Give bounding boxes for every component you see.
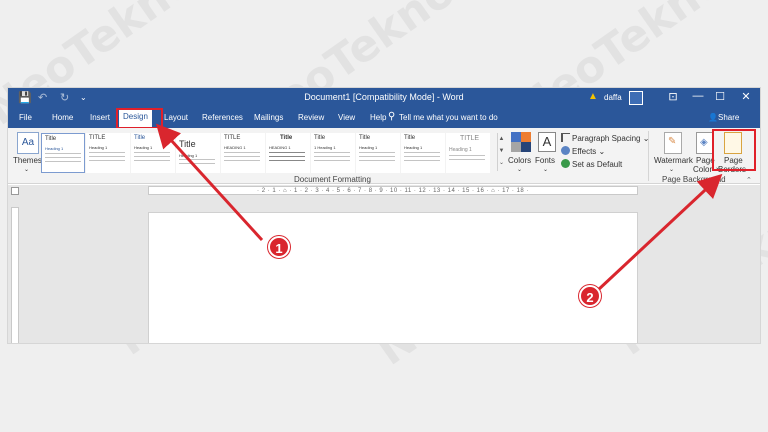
step-2-badge: 2	[579, 285, 601, 307]
annotation-arrows	[155, 123, 723, 292]
arrow-to-page-borders	[596, 173, 723, 292]
step-1-badge: 1	[268, 236, 290, 258]
arrow-to-design-tab	[155, 123, 264, 242]
